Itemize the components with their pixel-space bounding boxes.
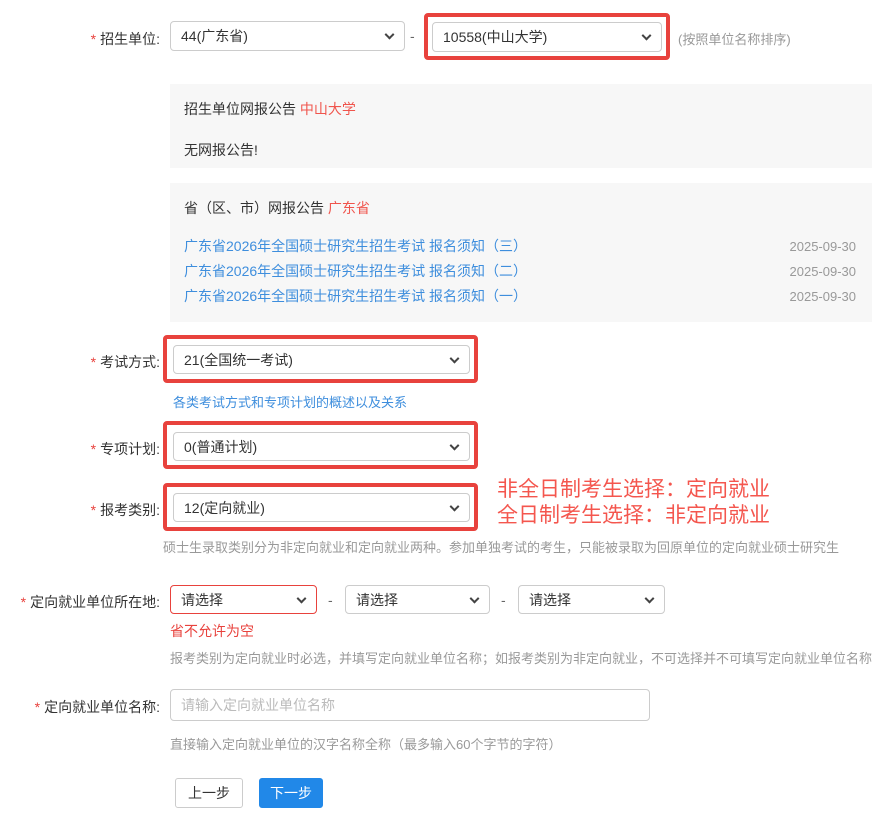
location-district-select[interactable]: 请选择 (518, 585, 665, 614)
notice-link-3[interactable]: 广东省2026年全国硕士研究生招生考试 报名须知（三） (184, 238, 527, 254)
required-asterisk: * (91, 31, 96, 47)
separator-dash: - (328, 592, 333, 608)
notice-row: 广东省2026年全国硕士研究生招生考试 报名须知（一） 2025-09-30 (184, 284, 858, 309)
notice-date: 2025-09-30 (790, 234, 857, 259)
province-notice-title: 省（区、市）网报公告 广东省 (184, 198, 858, 218)
recruit-unit-select[interactable]: 10558(中山大学) (432, 22, 662, 52)
location-province-value: 请选择 (181, 590, 223, 610)
chevron-down-icon (297, 593, 307, 603)
exam-mode-select[interactable]: 21(全国统一考试) (173, 345, 470, 374)
exam-mode-value: 21(全国统一考试) (184, 350, 293, 370)
chevron-down-icon (470, 593, 480, 603)
notice-date: 2025-09-30 (790, 259, 857, 284)
category-annotation: 非全日制考生选择：定向就业 全日制考生选择：非定向就业 (497, 477, 770, 529)
chevron-down-icon (645, 593, 655, 603)
unit-name-text: 中山大学 (300, 101, 356, 117)
annotation-line-2: 全日制考生选择：非定向就业 (497, 503, 770, 529)
notice-link-2[interactable]: 广东省2026年全国硕士研究生招生考试 报名须知（二） (184, 263, 527, 279)
special-plan-value: 0(普通计划) (184, 437, 257, 457)
notice-row: 广东省2026年全国硕士研究生招生考试 报名须知（三） 2025-09-30 (184, 234, 858, 259)
location-district-value: 请选择 (529, 590, 571, 610)
annotation-line-1: 非全日制考生选择：定向就业 (497, 477, 770, 503)
required-asterisk: * (91, 441, 96, 457)
unit-notice-body: 无网报公告! (184, 140, 858, 160)
required-asterisk: * (35, 699, 40, 715)
location-help-text: 报考类别为定向就业时必选，并填写定向就业单位名称；如报考类别为非定向就业，不可选… (170, 648, 872, 667)
separator-dash: - (410, 28, 415, 44)
location-city-value: 请选择 (356, 590, 398, 610)
chevron-down-icon (450, 440, 460, 450)
employment-name-help-text: 直接输入定向就业单位的汉字名称全称（最多输入60个字节的字符） (170, 734, 561, 753)
notice-row: 广东省2026年全国硕士研究生招生考试 报名须知（二） 2025-09-30 (184, 259, 858, 284)
unit-notice-panel: 招生单位网报公告 中山大学 无网报公告! (170, 84, 872, 168)
category-select[interactable]: 12(定向就业) (173, 493, 470, 522)
location-city-select[interactable]: 请选择 (345, 585, 490, 614)
recruit-unit-label: *招生单位: (0, 29, 160, 49)
chevron-down-icon (450, 501, 460, 511)
category-label: *报考类别: (0, 500, 160, 520)
category-help-text: 硕士生录取类别分为非定向就业和定向就业两种。参加单独考试的考生，只能被录取为回原… (163, 537, 839, 556)
special-plan-select[interactable]: 0(普通计划) (173, 432, 470, 461)
unit-notice-title: 招生单位网报公告 中山大学 (184, 99, 858, 119)
recruit-province-select[interactable]: 44(广东省) (170, 21, 405, 51)
employment-name-input[interactable] (170, 689, 650, 721)
separator-dash: - (501, 592, 506, 608)
employment-location-label: *定向就业单位所在地: (0, 592, 160, 612)
location-province-select[interactable]: 请选择 (170, 585, 317, 614)
required-asterisk: * (21, 594, 26, 610)
province-notice-panel: 省（区、市）网报公告 广东省 广东省2026年全国硕士研究生招生考试 报名须知（… (170, 183, 872, 322)
next-step-button[interactable]: 下一步 (259, 778, 323, 808)
notice-link-1[interactable]: 广东省2026年全国硕士研究生招生考试 报名须知（一） (184, 288, 527, 304)
recruit-unit-value: 10558(中山大学) (443, 27, 547, 47)
prev-step-button[interactable]: 上一步 (175, 778, 243, 808)
exam-mode-label: *考试方式: (0, 352, 160, 372)
province-name-text: 广东省 (328, 200, 370, 216)
notice-list: 广东省2026年全国硕士研究生招生考试 报名须知（三） 2025-09-30 广… (184, 234, 858, 309)
chevron-down-icon (642, 31, 652, 41)
special-plan-label: *专项计划: (0, 439, 160, 459)
chevron-down-icon (385, 30, 395, 40)
location-error-text: 省不允许为空 (170, 621, 254, 641)
recruit-province-value: 44(广东省) (181, 26, 248, 46)
employment-name-label: *定向就业单位名称: (0, 697, 160, 717)
chevron-down-icon (450, 353, 460, 363)
required-asterisk: * (91, 354, 96, 370)
required-asterisk: * (91, 502, 96, 518)
category-value: 12(定向就业) (184, 498, 265, 518)
sort-hint: (按照单位名称排序) (678, 29, 791, 48)
exam-mode-help-link[interactable]: 各类考试方式和专项计划的概述以及关系 (173, 392, 407, 411)
application-form-page: *招生单位: 44(广东省) - 10558(中山大学) (按照单位名称排序) … (0, 0, 887, 830)
notice-date: 2025-09-30 (790, 284, 857, 309)
